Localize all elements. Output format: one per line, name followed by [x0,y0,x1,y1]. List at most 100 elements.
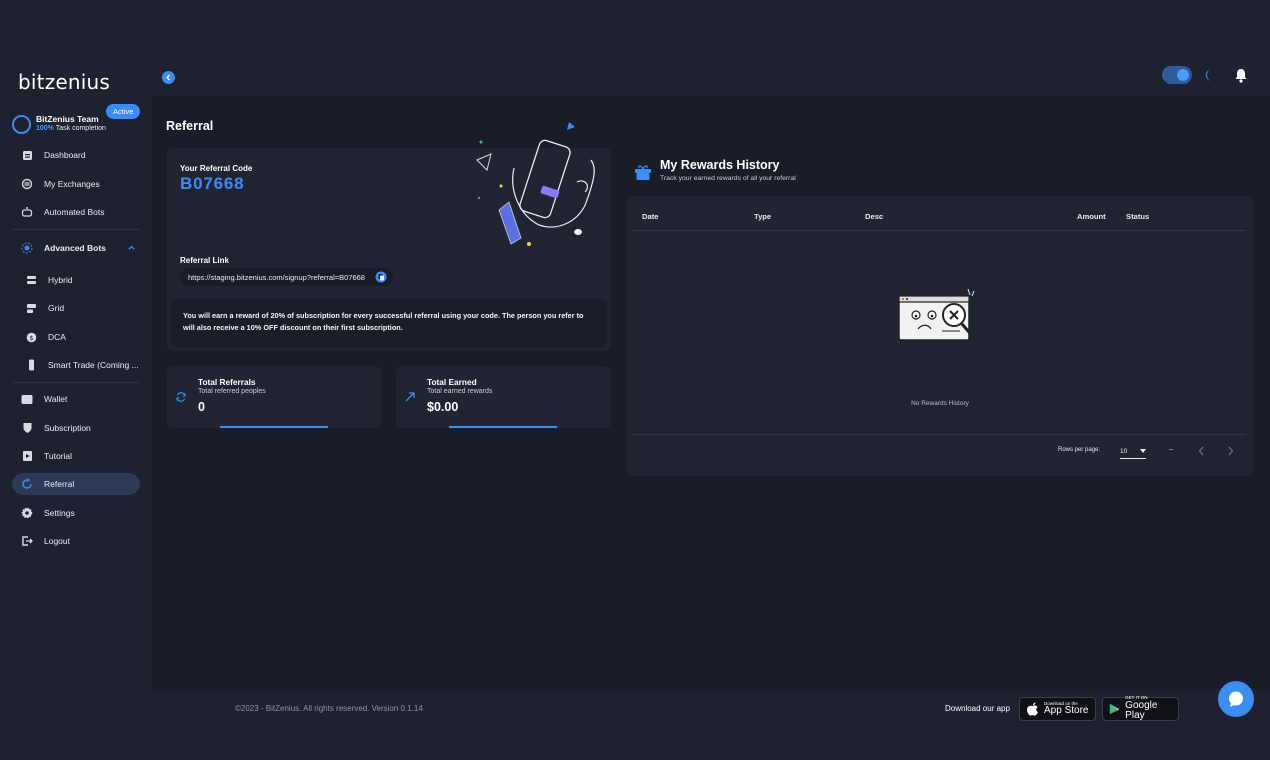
page-title: Referral [166,119,214,133]
collapse-sidebar-button[interactable] [162,71,175,84]
sidebar-item-my-exchanges[interactable]: My Exchanges [12,173,140,195]
sidebar-item-label: Tutorial [44,451,73,461]
sidebar-item-tutorial[interactable]: Tutorial [12,445,140,467]
sidebar-item-dashboard[interactable]: Dashboard [12,144,140,166]
stat-subtitle: Total referred peoples [198,388,266,395]
pagination-range: – [1169,446,1173,453]
sidebar-item-label: Smart Trade (Coming ... [48,360,139,370]
column-header-desc[interactable]: Desc [865,212,883,221]
sidebar-item-grid[interactable]: Grid [12,297,140,319]
copy-icon[interactable] [375,271,387,283]
bell-icon[interactable] [1234,68,1248,83]
sidebar-item-wallet[interactable]: Wallet [12,388,140,410]
hybrid-icon [24,273,38,287]
grid-icon [24,301,38,315]
tutorial-icon [20,449,34,463]
google-play-button[interactable]: GET IT ON Google Play [1102,696,1179,721]
sidebar-item-label: Hybrid [48,275,73,285]
sidebar-item-smart-trade[interactable]: Smart Trade (Coming ... [12,354,140,376]
sidebar-item-label: Subscription [44,423,91,433]
column-header-date[interactable]: Date [642,212,658,221]
sidebar-item-label: My Exchanges [44,179,100,189]
wallet-icon [20,392,34,406]
sidebar-item-label: Automated Bots [44,207,105,217]
moon-icon[interactable] [1204,68,1216,82]
team-profile[interactable]: BitZenius Team 100% Task completion Acti… [12,104,147,138]
sidebar-item-hybrid[interactable]: Hybrid [12,269,140,291]
team-name: BitZenius Team [36,114,99,124]
sidebar-divider [12,229,140,230]
stat-accent-bar [449,426,557,428]
referral-code[interactable]: B07668 [180,174,244,194]
column-header-type[interactable]: Type [754,212,771,221]
stat-accent-bar [220,426,328,428]
chevron-left-icon [166,74,171,81]
footer-copyright: ©2023 - BitZenius. All rights reserved. … [235,704,423,713]
sidebar-item-label: Wallet [44,394,68,404]
sidebar-item-referral[interactable]: Referral [12,473,140,495]
previous-page-button[interactable] [1198,446,1205,459]
brand-logo[interactable]: bitzenius [18,70,110,94]
chevron-left-icon [1198,446,1204,456]
sidebar-item-label: Logout [44,536,70,546]
sidebar-divider [12,382,140,383]
exchange-icon [20,177,34,191]
sidebar-item-label: DCA [48,332,66,342]
rewards-table: Date Type Desc Amount Status No Rewards … [626,196,1254,476]
logout-icon [20,534,34,548]
chevron-up-icon[interactable] [127,243,136,252]
table-footer-divider [633,434,1246,435]
svg-text:$: $ [29,334,33,342]
total-earned-card: Total Earned Total earned rewards $0.00 [396,366,611,428]
column-header-status[interactable]: Status [1126,212,1149,221]
app-store-big-text: App Store [1044,705,1089,716]
status-badge: Active [106,104,141,119]
robot-icon [20,205,34,219]
chevron-right-icon [1228,446,1234,456]
referral-link-field[interactable]: https://staging.bitzenius.com/signup?ref… [180,268,393,286]
download-app-label: Download our app [945,704,1010,713]
rows-per-page-label: Rows per page: [1058,447,1101,453]
next-page-button[interactable] [1227,446,1234,459]
chat-bubble-icon [1229,691,1243,707]
dashboard-icon [20,148,34,162]
sidebar-item-logout[interactable]: Logout [12,530,140,552]
total-referrals-card: Total Referrals Total referred peoples 0 [167,366,381,428]
rewards-title: My Rewards History [660,158,780,172]
referral-link-text: https://staging.bitzenius.com/signup?ref… [188,272,365,282]
sidebar-item-dca[interactable]: $ DCA [12,326,140,348]
team-progress-ring [12,115,31,134]
app-store-button[interactable]: Download on the App Store [1019,697,1096,721]
team-completion-label: Task completion [55,125,106,132]
dca-icon: $ [24,330,38,344]
caret-down-icon [1140,449,1146,453]
rows-per-page-select[interactable]: 10 [1120,445,1146,459]
refresh-icon [176,392,186,402]
rows-per-page-value: 10 [1120,448,1128,455]
sidebar-item-settings[interactable]: Settings [12,502,140,524]
subscription-icon [20,421,34,435]
stat-subtitle: Total earned rewards [427,388,493,395]
sidebar-item-subscription[interactable]: Subscription [12,417,140,439]
google-play-icon [1109,703,1120,715]
sidebar-item-advanced-bots[interactable]: Advanced Bots [12,237,140,259]
team-percent: 100% [36,125,54,132]
sidebar-item-automated-bots[interactable]: Automated Bots [12,201,140,223]
sidebar: BitZenius Team 100% Task completion Acti… [0,100,152,690]
topbar-actions [1162,66,1248,84]
theme-toggle[interactable] [1162,66,1192,84]
chat-button[interactable] [1218,681,1254,717]
stat-title: Total Earned [427,377,477,387]
referral-note: You will earn a reward of 20% of subscri… [171,299,607,347]
referral-link-label: Referral Link [180,256,229,265]
referral-icon [20,477,34,491]
table-header-divider [633,230,1246,231]
apple-icon [1027,702,1038,716]
smart-trade-icon [24,358,38,372]
column-header-amount[interactable]: Amount [1077,212,1106,221]
team-completion: 100% Task completion [36,125,106,132]
stat-title: Total Referrals [198,377,256,387]
stat-value: 0 [198,400,205,414]
sidebar-item-label: Grid [48,303,65,313]
trend-up-icon [405,392,415,402]
